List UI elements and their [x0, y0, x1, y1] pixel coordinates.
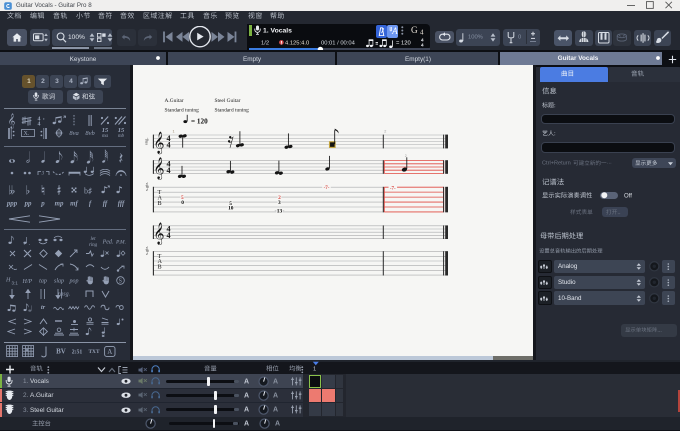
svg-text:Guitar Vocals - Guitar Pro 8: Guitar Vocals - Guitar Pro 8 [16, 2, 92, 9]
svg-text:10-Band: 10-Band [558, 295, 582, 302]
svg-text:A.Guitar: A.Guitar [165, 98, 184, 104]
svg-text:...: ... [607, 159, 612, 165]
svg-text:B: B [158, 200, 162, 207]
svg-text:8va: 8va [69, 130, 78, 137]
svg-text:2.: 2. [23, 392, 29, 399]
svg-text:1: 1 [173, 129, 175, 133]
svg-text:A: A [244, 378, 249, 385]
svg-text:0: 0 [181, 200, 184, 206]
svg-text:2:51: 2:51 [72, 349, 83, 355]
svg-text:100%: 100% [468, 35, 483, 41]
svg-text:ppp: ppp [6, 200, 18, 207]
svg-text:3: 3 [278, 200, 281, 206]
svg-text:4.125:4.0: 4.125:4.0 [285, 41, 309, 47]
svg-text:Standard tuning: Standard tuning [215, 108, 250, 114]
svg-text:B: B [158, 264, 162, 271]
svg-text:tr: tr [41, 304, 46, 311]
svg-text:ma: ma [102, 134, 109, 139]
svg-text:P.M.: P.M. [115, 239, 126, 245]
svg-text:Guitar Vocals: Guitar Vocals [558, 55, 599, 62]
svg-text:s.gtr.: s.gtr. [144, 246, 149, 255]
svg-text:G: G [411, 25, 418, 35]
svg-text:A: A [273, 378, 278, 385]
svg-text:2: 2 [41, 78, 45, 85]
svg-text:00:01 / 00:04: 00:01 / 00:04 [321, 41, 356, 47]
svg-text:1: 1 [27, 78, 31, 85]
svg-text:slap: slap [53, 278, 63, 284]
svg-text:S: S [119, 279, 122, 285]
svg-text:A: A [107, 348, 112, 356]
svg-text:H/P: H/P [22, 279, 33, 285]
svg-text:Steel Guitar: Steel Guitar [215, 98, 241, 104]
svg-text:Empty(1): Empty(1) [405, 56, 431, 63]
svg-text:ring: ring [89, 242, 98, 247]
svg-text:pop: pop [69, 278, 79, 284]
svg-text:Steel Guitar: Steel Guitar [30, 407, 65, 414]
svg-text:Keystone: Keystone [70, 56, 97, 63]
svg-text:4: 4 [167, 141, 171, 150]
svg-text:3: 3 [55, 78, 59, 85]
svg-text:1: 1 [313, 366, 316, 372]
svg-text:tap: tap [39, 278, 47, 284]
svg-text:Analog: Analog [558, 263, 578, 270]
svg-text:A: A [244, 420, 249, 427]
svg-text:A: A [244, 392, 249, 399]
svg-text:Vocals: Vocals [30, 378, 49, 385]
svg-text:Standard tuning: Standard tuning [165, 108, 200, 114]
svg-text:100%: 100% [68, 34, 85, 41]
svg-text:p: p [40, 200, 45, 207]
svg-text:4: 4 [38, 121, 41, 125]
svg-text:mp: mp [54, 200, 63, 207]
svg-text:sng.: sng. [144, 138, 149, 146]
svg-text:Empty: Empty [242, 56, 261, 63]
svg-text:A: A [244, 407, 249, 414]
svg-text:3.: 3. [23, 407, 29, 414]
svg-text:3: 3 [41, 171, 44, 176]
svg-text:= 120: = 120 [191, 117, 208, 125]
svg-text:Off: Off [624, 193, 632, 199]
svg-text:4: 4 [167, 231, 171, 240]
svg-text:1/2: 1/2 [261, 41, 269, 47]
svg-text:A.Guitar: A.Guitar [30, 392, 54, 399]
svg-text:Ped.: Ped. [102, 239, 114, 245]
svg-text:fff: fff [117, 200, 124, 207]
svg-text:pp: pp [23, 200, 31, 207]
svg-text:1.: 1. [23, 378, 29, 385]
svg-text:mf: mf [70, 200, 78, 207]
svg-text:A: A [273, 392, 278, 399]
svg-text:4: 4 [69, 78, 73, 85]
svg-text:rasg.: rasg. [58, 291, 70, 297]
svg-text:A: A [275, 420, 280, 427]
svg-text:= 120: = 120 [396, 41, 411, 47]
svg-text:0: 0 [518, 35, 521, 41]
svg-text:A: A [391, 26, 398, 36]
svg-text:4: 4 [167, 166, 171, 175]
svg-text:Ctrl+Return: Ctrl+Return [542, 160, 571, 166]
svg-text:ff: ff [103, 200, 108, 207]
svg-text:X.: X. [23, 131, 29, 137]
svg-text:3:1: 3:1 [12, 281, 19, 286]
svg-text:10: 10 [228, 205, 234, 211]
svg-text:Studio: Studio [558, 279, 576, 286]
svg-text:2: 2 [384, 129, 386, 133]
svg-text:mb: mb [117, 134, 124, 139]
svg-text:-7-: -7- [390, 187, 396, 192]
svg-text:13: 13 [277, 209, 283, 215]
svg-text:-7-: -7- [324, 186, 330, 191]
svg-text:A: A [273, 407, 278, 414]
svg-text:8vb: 8vb [85, 130, 95, 137]
svg-text:1. Vocals: 1. Vocals [263, 27, 292, 34]
svg-text:4: 4 [420, 28, 424, 36]
svg-text:s.gtr.: s.gtr. [144, 182, 149, 191]
svg-text:H: H [6, 278, 11, 284]
svg-text:2: 2 [405, 154, 407, 158]
svg-text:TXT: TXT [88, 349, 99, 355]
svg-text:b♯: b♯ [84, 186, 92, 195]
svg-text:BV: BV [56, 347, 66, 355]
